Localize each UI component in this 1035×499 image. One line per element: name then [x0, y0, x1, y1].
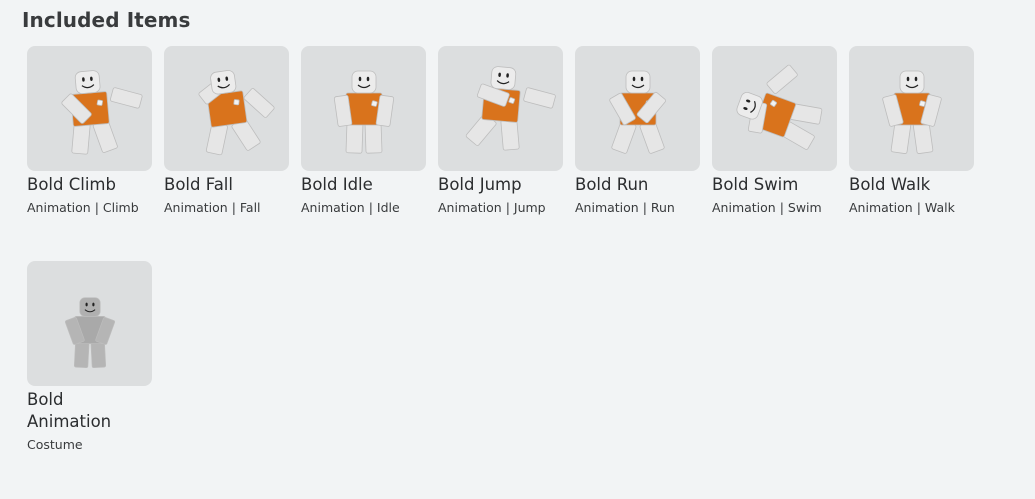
item-card-bold-walk[interactable]: Bold Walk Animation | Walk [849, 46, 974, 215]
item-type: Animation | Climb [27, 200, 139, 215]
item-name[interactable]: Bold Climb [27, 174, 152, 196]
avatar-figure-icon [198, 69, 275, 155]
item-thumbnail[interactable] [438, 46, 563, 171]
item-type: Animation | Fall [164, 200, 261, 215]
avatar-figure-icon [333, 70, 394, 154]
item-type: Animation | Walk [849, 200, 955, 215]
item-thumbnail[interactable] [712, 46, 837, 171]
item-thumbnail[interactable] [27, 261, 152, 386]
section-title: Included Items [22, 8, 191, 32]
item-name[interactable]: Bold Jump [438, 174, 563, 196]
item-card-bold-idle[interactable]: Bold Idle Animation | Idle [301, 46, 426, 215]
avatar-figure-icon [60, 69, 143, 155]
item-name[interactable]: Bold Run [575, 174, 700, 196]
item-thumbnail[interactable] [27, 46, 152, 171]
item-type: Costume [27, 437, 83, 452]
item-type: Animation | Jump [438, 200, 546, 215]
row-spacer [27, 215, 974, 261]
item-name[interactable]: Bold Idle [301, 174, 426, 196]
item-type: Animation | Run [575, 200, 675, 215]
avatar-figure-icon [608, 70, 666, 154]
included-items-grid: Bold Climb Animation | Climb Bold Fall A… [27, 46, 987, 452]
item-thumbnail[interactable] [164, 46, 289, 171]
item-thumbnail[interactable] [301, 46, 426, 171]
item-type: Animation | Swim [712, 200, 822, 215]
item-name[interactable]: Bold Walk [849, 174, 974, 196]
avatar-figure-icon [465, 65, 556, 151]
item-card-bold-jump[interactable]: Bold Jump Animation | Jump [438, 46, 563, 215]
item-card-bold-animation[interactable]: Bold Animation Costume [27, 261, 152, 452]
item-card-bold-climb[interactable]: Bold Climb Animation | Climb [27, 46, 152, 215]
avatar-figure-icon [735, 64, 822, 150]
item-type: Animation | Idle [301, 200, 400, 215]
item-card-bold-run[interactable]: Bold Run Animation | Run [575, 46, 700, 215]
item-thumbnail[interactable] [849, 46, 974, 171]
item-card-bold-swim[interactable]: Bold Swim Animation | Swim [712, 46, 837, 215]
item-thumbnail[interactable] [575, 46, 700, 171]
item-name[interactable]: Bold Swim [712, 174, 837, 196]
item-name[interactable]: Bold Animation [27, 389, 127, 433]
item-name[interactable]: Bold Fall [164, 174, 289, 196]
avatar-figure-icon [64, 296, 115, 368]
avatar-figure-icon [881, 70, 942, 154]
item-card-bold-fall[interactable]: Bold Fall Animation | Fall [164, 46, 289, 215]
